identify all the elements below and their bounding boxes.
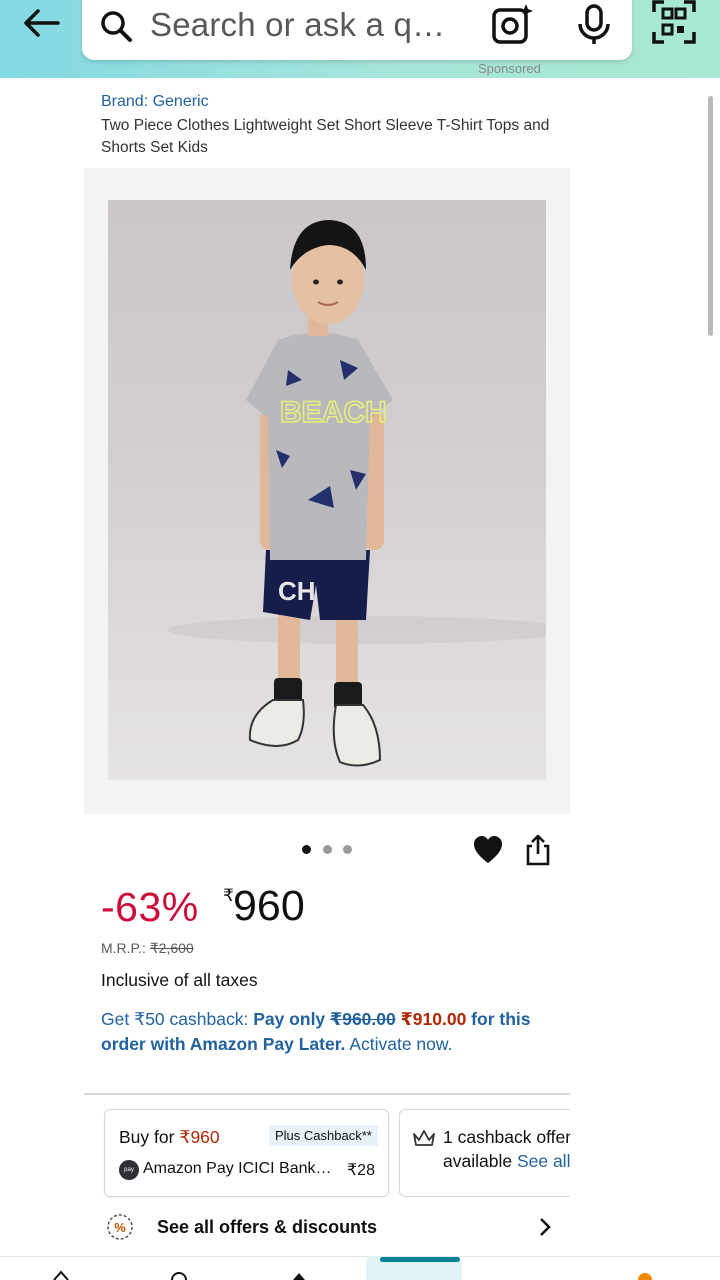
product-photo[interactable]: CH BEACH <box>108 200 546 780</box>
percent-badge-icon: % <box>107 1214 133 1240</box>
app-root: Search or ask a q… Sponsored Brand: Gene… <box>0 0 720 1280</box>
chevron-right-icon <box>540 1218 551 1236</box>
camera-lens-icon[interactable] <box>490 2 534 46</box>
activate-link[interactable]: Activate now. <box>345 1034 452 1054</box>
mrp-label: M.R.P.: <box>101 940 146 956</box>
search-field[interactable]: Search or ask a q… <box>82 0 632 60</box>
carousel-dot[interactable] <box>343 845 352 854</box>
brand-link[interactable]: Brand: Generic <box>101 93 209 111</box>
product-title: Two Piece Clothes Lightweight Set Short … <box>101 117 550 156</box>
svg-text:CH: CH <box>278 576 316 606</box>
crown-icon <box>413 1130 435 1146</box>
offers-clip-mask <box>570 1100 720 1210</box>
carousel-dot[interactable] <box>323 845 332 854</box>
kid-outfit-illustration: CH BEACH <box>168 220 546 767</box>
page-scrollbar[interactable] <box>708 96 713 336</box>
microphone-icon[interactable] <box>574 2 614 46</box>
header-bar: Search or ask a q… <box>0 0 720 78</box>
menu-icon[interactable] <box>636 1270 654 1280</box>
buy-for-price: ₹960 <box>179 1127 220 1147</box>
profile-icon[interactable] <box>170 1270 188 1280</box>
cashback-part1: Get ₹50 cashback: <box>101 1009 254 1029</box>
share-icon[interactable] <box>524 834 552 866</box>
heart-icon[interactable] <box>472 835 504 865</box>
cashback-offer-count: 1 cashback offer <box>443 1127 572 1147</box>
search-placeholder: Search or ask a q… <box>150 6 446 43</box>
cashback-part2: Pay only <box>253 1009 331 1029</box>
offer-card-cashback-offers[interactable]: 1 cashback offer available See all <box>399 1109 589 1197</box>
tax-note: Inclusive of all taxes <box>101 970 258 990</box>
discount-percent: -63% <box>101 884 199 930</box>
nav-active-indicator <box>380 1257 460 1262</box>
bottom-navigation <box>0 1256 720 1280</box>
qr-scan-icon[interactable] <box>652 0 696 44</box>
plus-cashback-tag: Plus Cashback** <box>269 1125 378 1146</box>
home-icon[interactable] <box>52 1270 70 1280</box>
tshirt-print: BEACH <box>280 396 387 429</box>
offer-buy-line: Buy for ₹960 <box>119 1127 220 1148</box>
available-label: available <box>443 1151 517 1171</box>
carousel-pagination <box>302 845 354 857</box>
amazon-pay-icon: pay <box>119 1160 139 1180</box>
price-value: 960 <box>233 882 305 930</box>
mrp-line: M.R.P.: ₹2,600 <box>101 940 194 957</box>
bank-cashback-amount: ₹28 <box>347 1162 375 1179</box>
back-button[interactable] <box>18 2 64 44</box>
cashback-new-price: ₹910.00 <box>400 1009 467 1029</box>
see-all-cashback-link[interactable]: See all <box>517 1151 571 1171</box>
svg-text:%: % <box>114 1220 126 1235</box>
mrp-value: ₹2,600 <box>149 940 194 956</box>
bank-name: Amazon Pay ICICI Bank… <box>143 1160 332 1177</box>
buy-for-label: Buy for <box>119 1127 180 1147</box>
arrow-left-icon <box>24 9 60 37</box>
magnifier-icon <box>101 11 132 42</box>
cashback-offer-available: available See all <box>443 1151 570 1172</box>
carousel-dot[interactable] <box>302 845 311 854</box>
see-all-offers-label: See all offers & discounts <box>157 1217 378 1237</box>
cashback-old-price: ₹960.00 <box>330 1009 396 1029</box>
section-divider <box>84 1093 570 1095</box>
offer-card-cashback[interactable]: Buy for ₹960 Plus Cashback** pay Amazon … <box>104 1109 389 1197</box>
sponsored-label: Sponsored <box>478 64 541 76</box>
cashback-promo[interactable]: Get ₹50 cashback: Pay only ₹960.00 ₹910.… <box>101 1007 571 1057</box>
see-all-offers-row[interactable]: % See all offers & discounts <box>84 1206 570 1250</box>
wallet-icon[interactable] <box>290 1270 308 1280</box>
product-image-carousel[interactable]: CH BEACH <box>84 168 570 814</box>
